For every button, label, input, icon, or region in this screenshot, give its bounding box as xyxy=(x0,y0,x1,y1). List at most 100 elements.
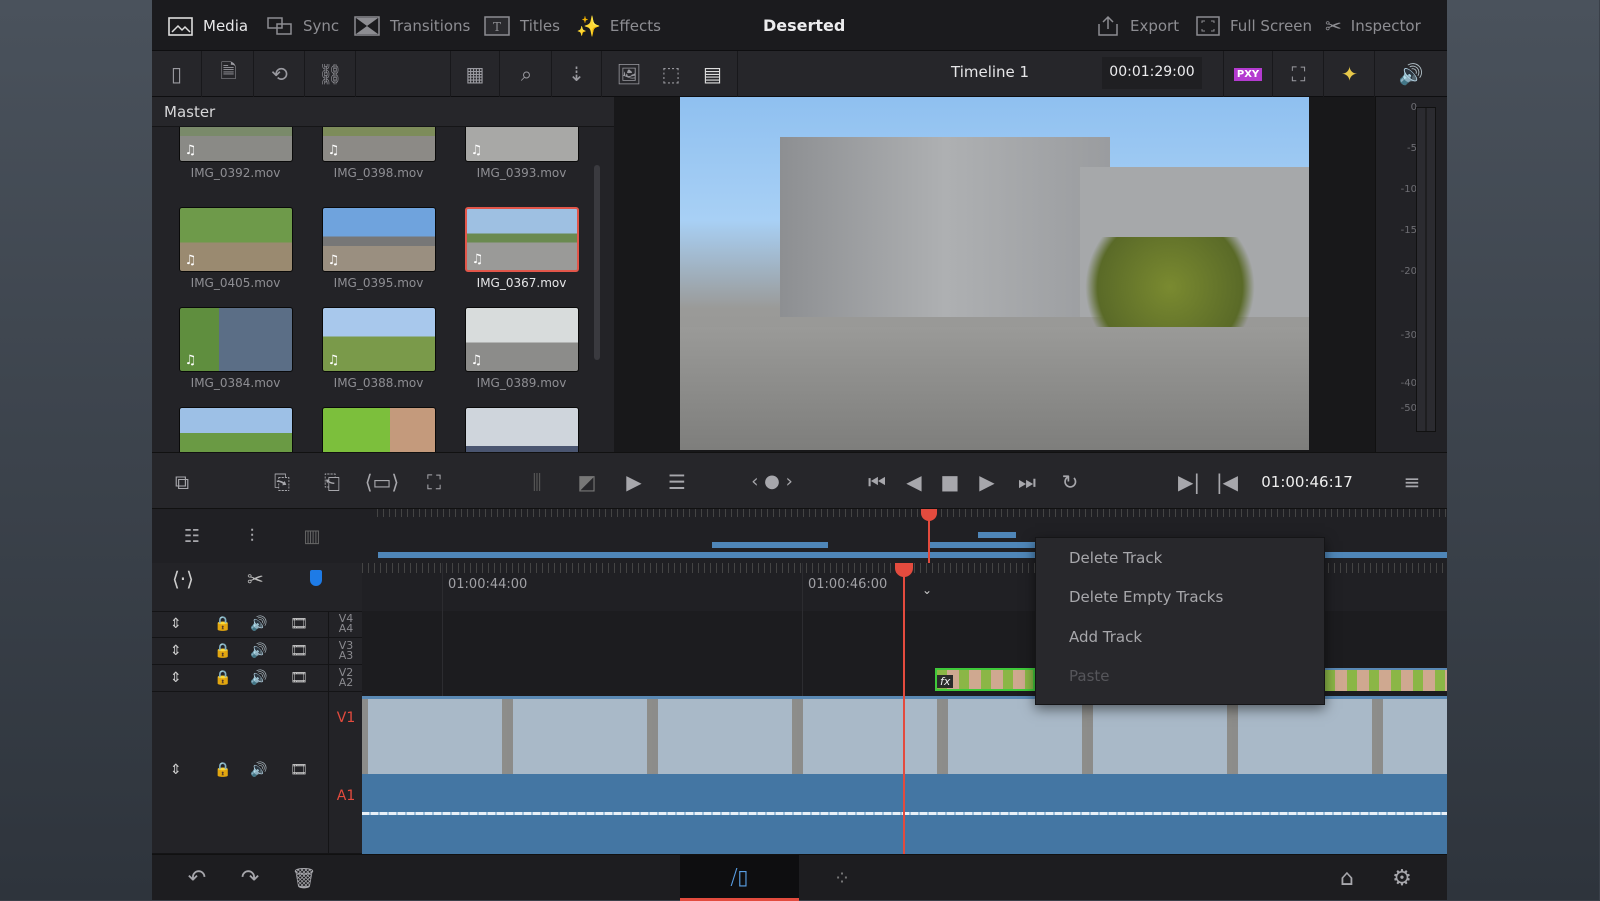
clip-name: IMG_0389.mov xyxy=(476,376,567,390)
snap-button[interactable]: ⫶ xyxy=(232,509,272,563)
top-bar: Media Sync Transitions T Titles ✨ Effect… xyxy=(152,0,1447,51)
place-on-top-button[interactable]: ⛶ xyxy=(414,453,454,510)
film-icon[interactable]: 🎞 xyxy=(290,670,308,686)
track-options-button[interactable]: ☷ xyxy=(172,509,212,563)
timeline-playhead[interactable] xyxy=(903,563,905,854)
undo-button[interactable]: ↶ xyxy=(177,855,217,901)
play-button[interactable]: ▶ xyxy=(970,453,1004,510)
insert-button[interactable]: ⎘ xyxy=(262,453,302,510)
next-edit-button[interactable]: ▶| xyxy=(1172,453,1206,510)
media-clip[interactable]: ♫ IMG_0367.mov xyxy=(450,207,593,290)
relink-button[interactable]: ⟲ xyxy=(255,51,305,97)
blade-button[interactable]: ✂ xyxy=(247,567,264,591)
v2-clip[interactable]: fx xyxy=(935,668,1035,691)
toggle-media-pool-button[interactable]: ▯ xyxy=(152,51,202,97)
film-icon[interactable]: 🎞 xyxy=(290,616,308,632)
menu-item-add-track[interactable]: Add Track xyxy=(1036,617,1324,657)
lock-icon[interactable]: 🔒 xyxy=(214,643,231,659)
smart-reframe-button[interactable]: ✦ xyxy=(1325,51,1375,97)
import-button[interactable]: 🗎 xyxy=(204,51,254,97)
overview-playhead-handle[interactable] xyxy=(921,509,937,521)
tab-media[interactable]: Media xyxy=(166,0,248,51)
full-screen-button[interactable]: Full Screen xyxy=(1195,0,1312,51)
media-clip[interactable]: ♫ xyxy=(307,407,450,452)
trim-mode-button[interactable]: ⟨·⟩ xyxy=(172,567,194,591)
tab-transitions[interactable]: Transitions xyxy=(353,0,470,51)
toolbar: ▯ 🗎 ⟲ ⛓ ▦ ⌕ ⇣ 🖼 ⬚ ▤ Timeline 1 00:01:29:… xyxy=(152,51,1447,97)
timeline-name-dropdown[interactable]: Timeline 1 xyxy=(951,63,1029,81)
split-button[interactable]: ⫼ xyxy=(517,453,557,510)
media-clip[interactable]: ♫ IMG_0405.mov xyxy=(164,207,307,290)
clip-name: IMG_0392.mov xyxy=(190,166,281,180)
lock-icon[interactable]: 🔒 xyxy=(214,670,231,686)
tab-label: Transitions xyxy=(390,16,471,35)
jog-control[interactable]: ‹ ● › xyxy=(737,453,807,510)
ripple-button[interactable]: ▥ xyxy=(292,509,332,563)
unlink-button[interactable]: ⛓ xyxy=(306,51,356,97)
video-frame xyxy=(680,97,1309,450)
transform-button[interactable]: ⛶ xyxy=(1274,51,1324,97)
overview-playhead[interactable] xyxy=(928,514,930,563)
film-icon[interactable]: 🎞 xyxy=(290,643,308,659)
overwrite-button[interactable]: ⎗ xyxy=(312,453,352,510)
context-menu: Delete Track Delete Empty Tracks Add Tra… xyxy=(1035,537,1325,705)
resize-track-icon[interactable]: ⇕ xyxy=(170,616,182,632)
speaker-icon[interactable]: 🔊 xyxy=(250,762,267,778)
delete-button[interactable]: 🗑 xyxy=(284,855,324,901)
home-button[interactable]: ⌂ xyxy=(1327,855,1367,901)
speaker-icon[interactable]: 🔊 xyxy=(250,643,267,659)
volume-button[interactable]: 🔊 xyxy=(1375,51,1447,97)
prev-edit-button[interactable]: |◀ xyxy=(1210,453,1244,510)
resize-track-icon[interactable]: ⇕ xyxy=(170,643,182,659)
search-button[interactable]: ⌕ xyxy=(502,51,552,97)
redo-button[interactable]: ↷ xyxy=(230,855,270,901)
tab-titles[interactable]: T Titles xyxy=(483,0,560,51)
settings-button[interactable]: ⚙ xyxy=(1382,855,1422,901)
trees-shape xyxy=(1060,237,1280,337)
tab-sync[interactable]: Sync xyxy=(266,0,339,51)
sort-button[interactable]: ⇣ xyxy=(552,51,602,97)
go-to-start-button[interactable]: ⏮ xyxy=(857,453,897,510)
view-grid-button[interactable]: ▦ xyxy=(450,51,500,97)
menu-item-delete-empty-tracks[interactable]: Delete Empty Tracks xyxy=(1036,578,1324,618)
media-clip[interactable]: ♫ IMG_0384.mov xyxy=(164,307,307,390)
audio-mixer-button[interactable]: ☰ xyxy=(657,453,697,510)
replace-button[interactable]: ⟨▭⟩ xyxy=(362,453,402,510)
tab-effects[interactable]: ✨ Effects xyxy=(576,0,661,51)
more-menu-button[interactable]: ≡ xyxy=(1392,453,1432,510)
media-clip[interactable]: ♫ IMG_0395.mov xyxy=(307,207,450,290)
clip-thumbnail: ♫ xyxy=(321,207,436,272)
lock-icon[interactable]: 🔒 xyxy=(214,762,231,778)
transition-button[interactable]: ◩ xyxy=(567,453,607,510)
media-pool-scrollbar[interactable] xyxy=(594,165,600,360)
film-icon[interactable]: 🎞 xyxy=(290,762,308,778)
inspector-button[interactable]: ✂ Inspector xyxy=(1325,0,1421,51)
resize-track-icon[interactable]: ⇕ xyxy=(170,670,182,686)
cut-page-button[interactable]: ⧸▯ xyxy=(680,855,799,901)
speaker-icon[interactable]: 🔊 xyxy=(250,616,267,632)
color-page-button[interactable]: ⁘ xyxy=(817,855,867,901)
stop-button[interactable]: ■ xyxy=(933,453,967,510)
reverse-button[interactable]: ◀ xyxy=(897,453,931,510)
v2-clip[interactable] xyxy=(1325,668,1447,691)
resize-track-icon[interactable]: ⇕ xyxy=(170,762,182,778)
marker-button[interactable] xyxy=(310,570,322,586)
audio-note-icon: ♫ xyxy=(327,353,340,368)
go-to-end-button[interactable]: ⏭ xyxy=(1007,453,1047,510)
media-clip[interactable]: ♫ IMG_0388.mov xyxy=(307,307,450,390)
speaker-icon[interactable]: 🔊 xyxy=(250,670,267,686)
loop-button[interactable]: ↻ xyxy=(1050,453,1090,510)
proxy-button[interactable]: PXY xyxy=(1223,51,1273,97)
export-button[interactable]: Export xyxy=(1095,0,1179,51)
media-icon xyxy=(166,15,194,37)
viewer-mode-timeline[interactable]: ▤ xyxy=(688,51,738,97)
menu-item-delete-track[interactable]: Delete Track xyxy=(1036,538,1324,578)
lock-icon[interactable]: 🔒 xyxy=(214,616,231,632)
media-clip[interactable]: ♫ IMG_0389.mov xyxy=(450,307,593,390)
media-clip[interactable]: ♫ xyxy=(450,407,593,452)
speaker-icon: 🔊 xyxy=(1398,62,1424,86)
playback-mode-button[interactable]: ▶ xyxy=(614,453,654,510)
detach-audio-button[interactable]: ⧉ xyxy=(162,453,202,510)
audio-note-icon: ♫ xyxy=(471,252,484,267)
media-clip[interactable]: ♫ xyxy=(164,407,307,452)
